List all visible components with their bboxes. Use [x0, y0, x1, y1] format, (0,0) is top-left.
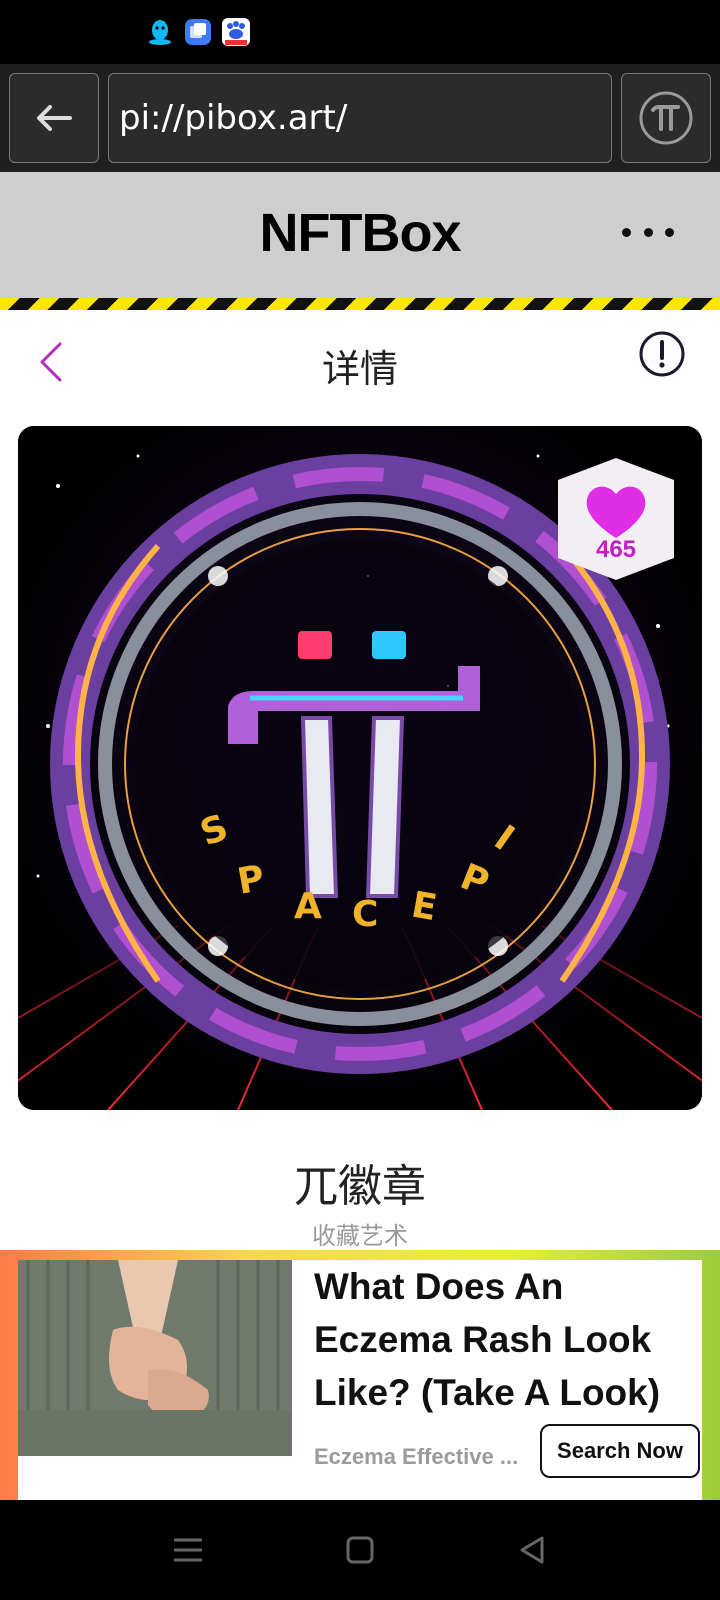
ad-content[interactable]: What Does An Eczema Rash Look Like? (Tak… — [18, 1260, 702, 1500]
multitask-app-icon — [184, 18, 212, 46]
hazard-stripe-divider — [0, 298, 720, 310]
ad-headline[interactable]: What Does An Eczema Rash Look Like? (Tak… — [314, 1260, 694, 1419]
heart-icon — [586, 486, 646, 538]
ad-image[interactable] — [18, 1260, 292, 1456]
address-bar[interactable]: pi://pibox.art/ — [108, 73, 612, 163]
more-dot — [643, 227, 653, 237]
home-square-icon[interactable] — [340, 1530, 380, 1570]
more-options-button[interactable] — [622, 214, 674, 250]
browser-toolbar: pi://pibox.art/ — [0, 64, 720, 172]
ad-source: Eczema Effective ... — [314, 1444, 519, 1469]
like-count: 465 — [595, 536, 637, 563]
url-text: pi://pibox.art/ — [119, 98, 348, 138]
more-dot — [665, 227, 674, 237]
qq-icon — [146, 18, 174, 46]
back-triangle-icon[interactable] — [512, 1530, 552, 1570]
app-header: NFTBox — [0, 172, 720, 298]
detail-page: 详情 S P A C E P I 465 兀徽章 收藏艺术 What Does … — [0, 310, 720, 1500]
pi-browser-menu-button[interactable] — [621, 73, 711, 163]
ad-search-now-button[interactable]: Search Now — [540, 1424, 700, 1478]
page-title: 详情 — [321, 347, 398, 391]
browser-back-button[interactable] — [9, 73, 99, 163]
status-bar — [0, 0, 720, 64]
pi-logo-icon — [639, 91, 693, 145]
advertisement-banner[interactable]: What Does An Eczema Rash Look Like? (Tak… — [0, 1250, 720, 1500]
like-button[interactable]: 465 — [558, 458, 674, 580]
exclamation-circle-icon[interactable] — [638, 330, 686, 378]
menu-lines-icon[interactable] — [168, 1530, 208, 1570]
more-dots-icon — [622, 227, 631, 237]
arrow-left-icon — [37, 105, 72, 131]
nft-title: 兀徽章 — [294, 1161, 426, 1212]
baidu-icon — [222, 18, 250, 46]
svg-text:C: C — [352, 894, 378, 935]
system-navigation-bar — [0, 1500, 720, 1600]
svg-text:A: A — [294, 886, 322, 927]
nft-category: 收藏艺术 — [312, 1222, 408, 1250]
app-title: NFTBox — [259, 203, 462, 263]
